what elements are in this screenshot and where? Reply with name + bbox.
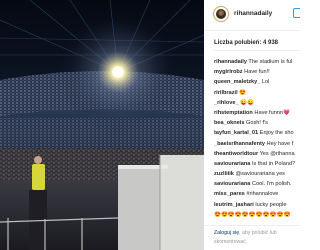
comment-text: lucky people xyxy=(253,201,287,208)
likes-count[interactable]: Liczba polubień: 4 938 xyxy=(214,40,278,46)
avatar[interactable] xyxy=(213,6,229,22)
comment-text: Cool. I'm polish. xyxy=(250,181,292,188)
comment-text: Is that in Poland? xyxy=(250,160,296,167)
comment-text: Hey have f xyxy=(264,140,294,147)
comment-username[interactable]: rihstemptation xyxy=(214,110,253,116)
comment-item: saviourariana Is that in Poland? xyxy=(214,159,300,169)
login-prompt: Zaloguj się, aby polubić lub skomentować… xyxy=(204,225,300,250)
comment-text: Enjoy the sho xyxy=(258,130,294,137)
comment-username[interactable]: theantiworldtour xyxy=(214,151,258,157)
comment-text: Lol xyxy=(260,79,270,86)
comment-item: _rihlove_ 😜😜 xyxy=(214,98,300,108)
divider xyxy=(214,50,300,51)
comment-username[interactable]: bea_okneis xyxy=(214,120,244,126)
comment-text: Have funnn💗 xyxy=(252,109,290,116)
comment-item: _baeisrihannafenty Hey have f xyxy=(214,139,300,149)
comment-username[interactable]: mygirlrobz xyxy=(214,69,243,75)
comment-username[interactable]: zuzliiiik xyxy=(214,171,234,177)
post-photo[interactable] xyxy=(0,0,204,250)
comment-username[interactable]: ririlbrazil xyxy=(214,90,238,96)
comment-item: miss_pares #rihannalove xyxy=(214,189,300,199)
comment-item: 😍😍😍😍😍😍😍😍😍😍😍 xyxy=(214,210,300,220)
comment-text: Gosh! f's xyxy=(244,120,268,127)
comment-item: saviourariana Cool. I'm polish. xyxy=(214,179,300,189)
comment-username[interactable]: _baeisrihannafenty xyxy=(214,141,265,147)
comment-item: theantiworldtour Yes @rihanna xyxy=(214,149,300,159)
comment-text: Yes @rihanna xyxy=(258,150,295,157)
comment-username[interactable]: queen_maletzky_ xyxy=(214,79,260,85)
comment-username[interactable]: saviourariana xyxy=(214,181,250,187)
comment-text: Have fun!! xyxy=(242,69,270,76)
comment-text: 😍😍😍😍😍😍😍😍😍😍😍 xyxy=(214,211,291,218)
login-prompt-text: , aby polubić lub xyxy=(239,230,277,236)
login-prompt-text-2: skomentować. xyxy=(214,239,248,245)
comment-item: queen_maletzky_ Lol xyxy=(214,77,300,87)
comment-item: bea_okneis Gosh! f's xyxy=(214,118,300,128)
follow-button[interactable] xyxy=(293,8,300,18)
comment-text: The stadium is ful xyxy=(246,59,293,65)
comment-username[interactable]: leutrim_jashari xyxy=(214,202,254,208)
comment-text: #rihannalove xyxy=(244,191,279,198)
comments-list: rihannadaily The stadium is ful mygirlrob… xyxy=(214,57,300,220)
comment-item: leutrim_jashari lucky people xyxy=(214,200,300,210)
comment-item: rihannadaily The stadium is ful xyxy=(214,57,300,67)
login-link[interactable]: Zaloguj się xyxy=(214,230,239,236)
comment-text: 😜😜 xyxy=(238,99,255,106)
comment-text: @saviourariana yes xyxy=(233,171,285,178)
comment-item: zuzliiiik @saviourariana yes xyxy=(214,169,300,179)
comment-item: tayfun_kartal_01 Enjoy the sho xyxy=(214,128,300,138)
comment-item: mygirlrobz Have fun!! xyxy=(214,67,300,77)
stadium-concert-image xyxy=(0,0,204,250)
comment-username[interactable]: _rihlove_ xyxy=(214,100,239,106)
comment-username[interactable]: tayfun_kartal_01 xyxy=(214,130,258,136)
comment-item: rihstemptation Have funnn💗 xyxy=(214,108,300,118)
post-sidebar: rihannadaily Liczba polubień: 4 938 riha… xyxy=(204,0,300,250)
post-author-username[interactable]: rihannadaily xyxy=(234,10,272,17)
comment-username[interactable]: miss_pares xyxy=(214,191,245,197)
post-header: rihannadaily xyxy=(204,0,300,31)
comment-username[interactable]: saviourariana xyxy=(214,161,250,167)
comment-text: 😍 xyxy=(237,89,247,96)
comment-item: ririlbrazil 😍 xyxy=(214,88,300,98)
comment-username[interactable]: rihannadaily xyxy=(214,59,247,65)
